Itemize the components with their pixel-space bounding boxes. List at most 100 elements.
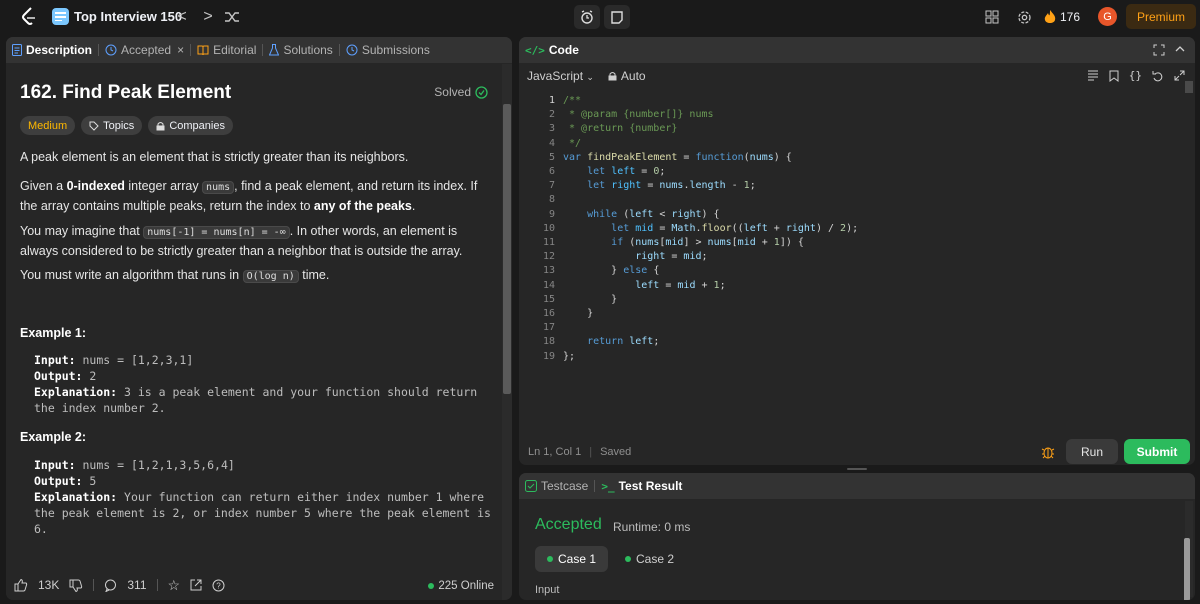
value: nums = [1,2,3,1] <box>82 353 194 367</box>
scrollbar-thumb[interactable] <box>1184 538 1190 600</box>
leetcode-logo-icon[interactable] <box>18 6 40 28</box>
result-scrollbar[interactable] <box>1184 501 1193 600</box>
tab-test-result[interactable]: >_ Test Result <box>595 473 688 499</box>
tab-description[interactable]: Description <box>6 37 98 63</box>
streak-count: 176 <box>1060 10 1081 24</box>
topics-tag[interactable]: Topics <box>81 116 143 135</box>
chevron-down-icon: ⌄ <box>586 72 594 82</box>
fullscreen-icon[interactable] <box>1174 69 1185 82</box>
note-icon[interactable] <box>604 5 630 29</box>
line-number: 16 <box>542 308 555 320</box>
label: Output: <box>34 369 83 383</box>
close-icon[interactable]: × <box>177 43 184 57</box>
history-icon <box>346 44 358 56</box>
result-panel: Testcase >_ Test Result Accepted Runtime… <box>519 473 1195 600</box>
tab-code[interactable]: </> Code <box>519 37 585 63</box>
value: 2 <box>89 369 97 383</box>
panel-resize-handle[interactable] <box>847 468 867 470</box>
next-problem-button[interactable]: > <box>200 8 216 26</box>
bold-text: any of the peaks <box>313 199 412 213</box>
editor-scrollbar[interactable] <box>1185 81 1193 93</box>
code-icon: </> <box>525 43 545 57</box>
editor-tools: {} <box>1087 69 1185 82</box>
example-output: Output: 2 <box>34 368 494 384</box>
expand-icon[interactable] <box>1153 44 1165 56</box>
comments-count: 311 <box>127 578 147 592</box>
tab-testcase[interactable]: Testcase <box>519 473 594 499</box>
text: time. <box>298 268 330 282</box>
case-label: Case 1 <box>558 552 597 566</box>
text: You may imagine that <box>20 224 144 238</box>
case-1-tab[interactable]: Case 1 <box>535 546 609 572</box>
code-tabbar: </> Code <box>519 37 1195 63</box>
description-panel: Description Accepted × Editorial Solutio… <box>6 37 512 600</box>
alarm-clock-icon[interactable] <box>574 5 600 29</box>
list-icon[interactable] <box>52 8 69 25</box>
share-icon[interactable] <box>190 579 202 591</box>
undo-icon[interactable] <box>1152 69 1164 82</box>
tab-submissions[interactable]: Submissions <box>340 37 436 63</box>
tab-editorial[interactable]: Editorial <box>191 37 262 63</box>
run-button[interactable]: Run <box>1066 439 1118 464</box>
example-heading: Example 1: <box>20 326 87 340</box>
premium-button[interactable]: Premium <box>1126 4 1196 29</box>
runtime: Runtime: 0 ms <box>613 520 691 534</box>
bookmark-icon[interactable] <box>1109 69 1119 82</box>
cursor-position: Ln 1, Col 1 <box>528 446 582 458</box>
thumbs-up-icon[interactable] <box>14 578 28 592</box>
comment-icon[interactable] <box>104 579 117 592</box>
tab-solutions[interactable]: Solutions <box>263 37 338 63</box>
tab-test-result-label: Test Result <box>618 479 683 493</box>
streak-counter[interactable]: 176 <box>1044 8 1080 26</box>
line-number: 5 <box>548 151 555 163</box>
save-status: Saved <box>600 446 632 458</box>
editor-status: Ln 1, Col 1 | Saved <box>528 446 631 458</box>
bug-icon[interactable] <box>1040 444 1056 460</box>
example-block: Input: nums = [1,2,1,3,5,6,4] Output: 5 … <box>34 457 494 537</box>
line-number: 14 <box>542 279 555 291</box>
inline-code: nums <box>202 181 235 194</box>
case-label: Case 2 <box>636 552 675 566</box>
prev-problem-button[interactable]: < <box>174 8 190 26</box>
tab-code-label: Code <box>548 43 579 57</box>
submit-button[interactable]: Submit <box>1124 439 1190 464</box>
help-icon[interactable]: ? <box>212 579 225 592</box>
braces-icon[interactable]: {} <box>1129 69 1142 82</box>
line-number: 7 <box>548 180 555 192</box>
shuffle-icon[interactable] <box>222 8 242 26</box>
description-paragraph: You may imagine that nums[-1] = nums[n] … <box>20 222 490 260</box>
problem-list-title[interactable]: Top Interview 150 <box>74 9 182 24</box>
online-count: 225 Online <box>428 580 494 592</box>
description-scrollbar[interactable] <box>502 64 512 600</box>
star-icon[interactable]: ☆ <box>168 577 181 594</box>
companies-tag[interactable]: Companies <box>148 116 233 135</box>
line-number: 18 <box>542 336 555 348</box>
case-2-tab[interactable]: Case 2 <box>613 546 686 572</box>
text: . <box>411 199 416 213</box>
line-number: 17 <box>542 322 555 334</box>
example-explanation: Explanation: 3 is a peak element and you… <box>34 384 494 416</box>
autocomplete-toggle[interactable]: Auto <box>608 69 646 83</box>
checkbox-icon <box>525 480 537 492</box>
book-icon <box>197 45 209 56</box>
avatar[interactable]: G <box>1098 7 1117 26</box>
description-paragraph: A peak element is an element that is str… <box>20 150 409 164</box>
scrollbar-thumb[interactable] <box>503 104 511 394</box>
tab-accepted[interactable]: Accepted × <box>99 37 190 63</box>
problem-title[interactable]: 162. Find Peak Element <box>20 82 231 104</box>
align-icon[interactable] <box>1087 69 1099 82</box>
line-number: 6 <box>548 166 555 178</box>
flask-icon <box>269 44 280 56</box>
chevron-up-icon[interactable] <box>1175 45 1185 53</box>
layout-icon[interactable] <box>982 8 1002 26</box>
language-select[interactable]: JavaScript ⌄ <box>527 69 594 83</box>
line-number: 9 <box>548 208 555 220</box>
label: Input: <box>34 353 76 367</box>
label: Explanation: <box>34 385 118 399</box>
code-editor[interactable]: /** * @param {number[]} nums * @return {… <box>563 94 858 364</box>
thumbs-down-icon[interactable] <box>69 579 83 592</box>
line-number: 4 <box>548 137 555 149</box>
footer-divider <box>156 579 158 591</box>
line-number: 11 <box>542 237 555 249</box>
settings-icon[interactable] <box>1014 8 1034 26</box>
